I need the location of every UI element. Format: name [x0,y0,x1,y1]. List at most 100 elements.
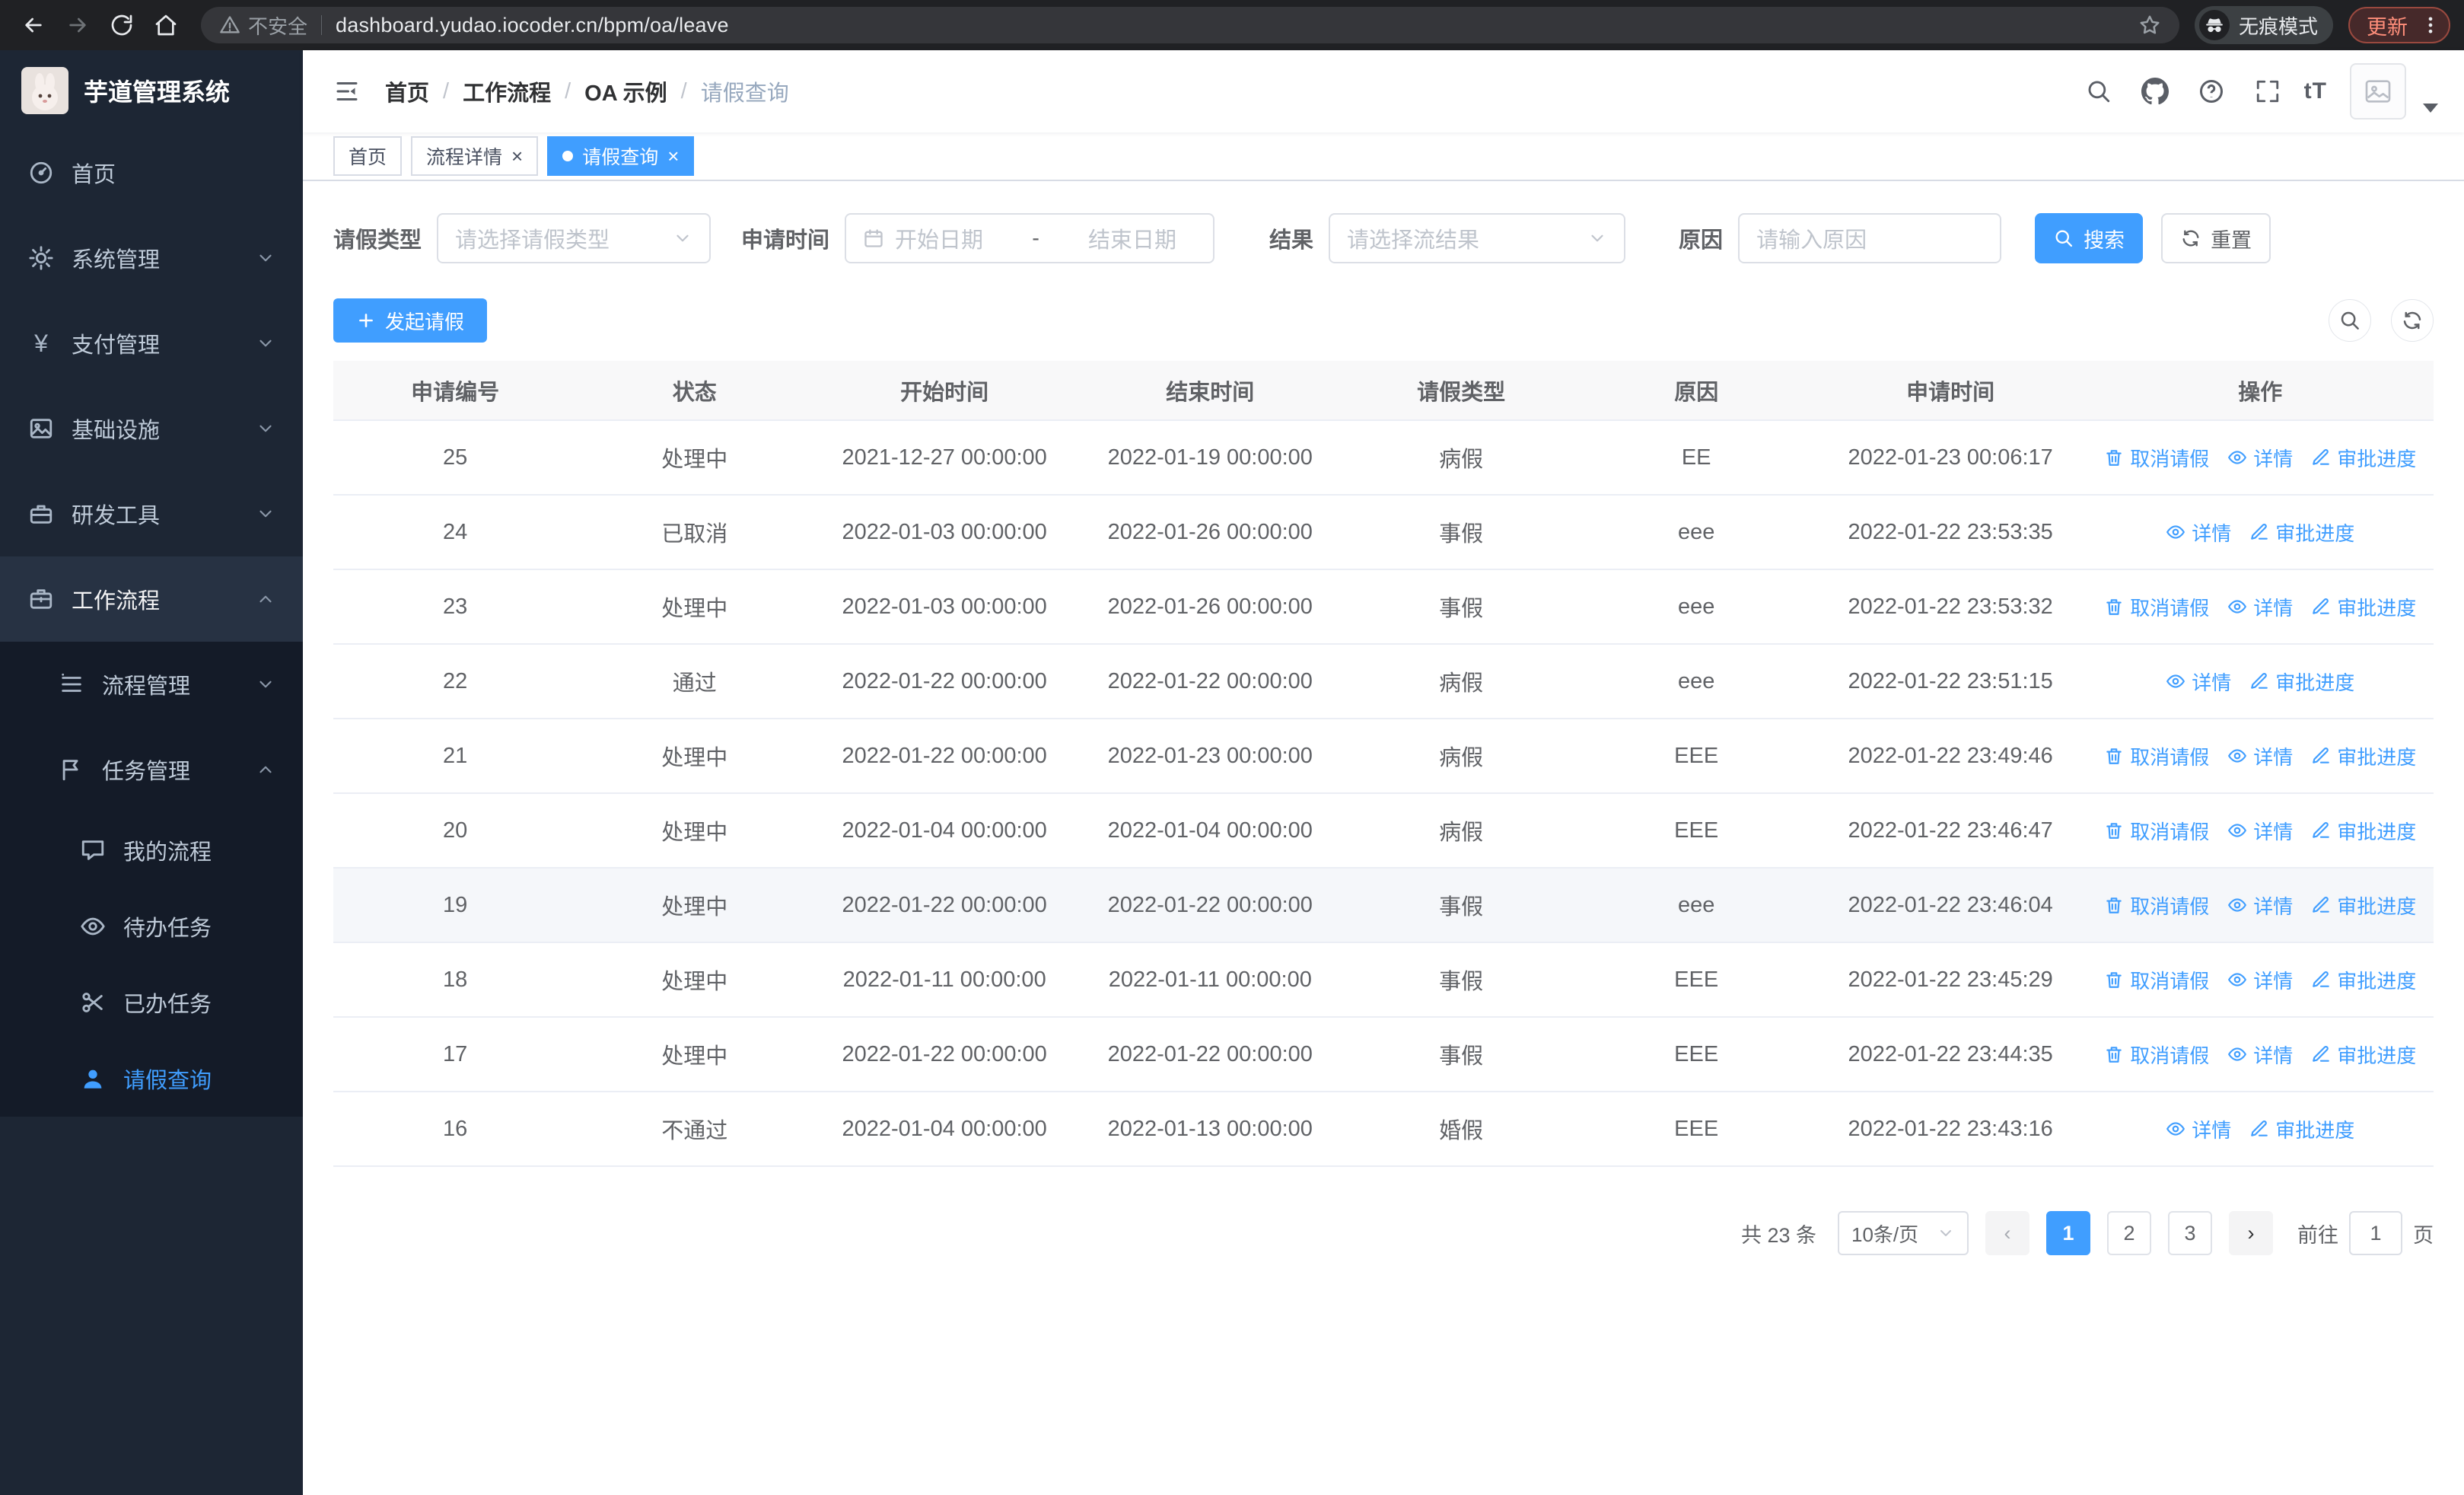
app-logo[interactable]: 芋道管理系统 [0,50,303,130]
page-button-3[interactable]: 3 [2168,1211,2212,1255]
action-progress-link[interactable]: 审批进度 [2311,1041,2416,1069]
font-size-icon[interactable]: tT [2304,78,2327,104]
action-detail-link[interactable]: 详情 [2227,891,2293,920]
help-icon[interactable] [2192,72,2231,111]
action-detail-link[interactable]: 详情 [2227,1041,2293,1069]
action-progress-link[interactable]: 审批进度 [2311,593,2416,621]
action-cancel-link[interactable]: 取消请假 [2104,966,2209,994]
next-page-button[interactable]: › [2229,1211,2273,1255]
action-progress-link[interactable]: 审批进度 [2249,1115,2354,1143]
action-progress-link[interactable]: 审批进度 [2249,668,2354,696]
leave-type-select[interactable]: 请选择请假类型 [437,213,712,263]
header-search-icon[interactable] [2079,72,2119,111]
sidebar-item-system[interactable]: 系统管理 [0,215,303,301]
toggle-search-icon[interactable] [2329,299,2371,342]
action-progress-link[interactable]: 审批进度 [2311,444,2416,472]
sidebar-item-label: 研发工具 [72,504,161,528]
cell-operations: 取消请假 详情 审批进度 [2087,868,2434,943]
page-button-1[interactable]: 1 [2046,1211,2090,1255]
row-actions: 详情 审批进度 [2087,1115,2434,1143]
breadcrumb-workflow[interactable]: 工作流程 [463,75,551,107]
action-detail-link[interactable]: 详情 [2166,668,2231,696]
action-detail-link[interactable]: 详情 [2166,518,2231,547]
address-bar[interactable]: 不安全 dashboard.yudao.iocoder.cn/bpm/oa/le… [201,7,2179,43]
action-progress-link[interactable]: 审批进度 [2311,817,2416,845]
action-progress-link[interactable]: 审批进度 [2311,966,2416,994]
table-row[interactable]: 17 处理中 2022-01-22 00:00:00 2022-01-22 00… [333,1017,2434,1092]
result-select[interactable]: 请选择流结果 [1329,213,1626,263]
sidebar-item-infra[interactable]: 基础设施 [0,386,303,471]
action-progress-link[interactable]: 审批进度 [2311,891,2416,920]
table-row[interactable]: 24 已取消 2022-01-03 00:00:00 2022-01-26 00… [333,495,2434,570]
action-detail-link[interactable]: 详情 [2227,966,2293,994]
action-detail-link[interactable]: 详情 [2227,817,2293,845]
github-icon[interactable] [2135,72,2175,111]
sidebar-item-leave-query[interactable]: 请假查询 [0,1041,303,1117]
sidebar-toggle-icon[interactable] [329,73,365,110]
action-detail-link[interactable]: 详情 [2227,444,2293,472]
page-button-2[interactable]: 2 [2107,1211,2151,1255]
user-avatar[interactable] [2350,63,2406,120]
search-button[interactable]: 搜索 [2035,213,2144,263]
refresh-table-icon[interactable] [2391,299,2434,342]
sidebar-item-todo-tasks[interactable]: 待办任务 [0,888,303,964]
end-date-placeholder: 结束日期 [1088,228,1177,253]
table-row[interactable]: 21 处理中 2022-01-22 00:00:00 2022-01-23 00… [333,719,2434,794]
sidebar-item-done-tasks[interactable]: 已办任务 [0,964,303,1041]
forward-icon[interactable] [58,5,97,45]
tab-close-icon[interactable]: × [667,146,679,166]
reset-button[interactable]: 重置 [2161,213,2271,263]
table-row[interactable]: 25 处理中 2021-12-27 00:00:00 2022-01-19 00… [333,420,2434,496]
table-row[interactable]: 22 通过 2022-01-22 00:00:00 2022-01-22 00:… [333,644,2434,719]
tab-leave-query[interactable]: 请假查询 × [547,136,695,176]
tab-home[interactable]: 首页 [333,136,403,176]
avatar-dropdown-caret-icon[interactable] [2423,104,2438,113]
breadcrumb-oa-example[interactable]: OA 示例 [584,75,667,107]
action-cancel-link[interactable]: 取消请假 [2104,593,2209,621]
eye-icon [2227,1044,2247,1064]
reason-input[interactable]: 请输入原因 [1738,213,2002,263]
action-detail-link[interactable]: 详情 [2166,1115,2231,1143]
action-cancel-link[interactable]: 取消请假 [2104,742,2209,770]
action-cancel-link[interactable]: 取消请假 [2104,891,2209,920]
prev-page-button[interactable]: ‹ [1985,1211,2029,1255]
cell-operations: 详情 审批进度 [2087,1092,2434,1167]
breadcrumb: 首页 / 工作流程 / OA 示例 / 请假查询 [385,75,789,107]
sidebar-item-my-process[interactable]: 我的流程 [0,812,303,888]
action-progress-link[interactable]: 审批进度 [2249,518,2354,547]
sidebar-item-task-mgmt[interactable]: 任务管理 [0,727,303,812]
cell-start-time: 2022-01-04 00:00:00 [812,1092,1078,1167]
action-detail-link[interactable]: 详情 [2227,593,2293,621]
action-detail-link[interactable]: 详情 [2227,742,2293,770]
table-row[interactable]: 23 处理中 2022-01-03 00:00:00 2022-01-26 00… [333,569,2434,645]
table-row[interactable]: 18 处理中 2022-01-11 00:00:00 2022-01-11 00… [333,942,2434,1018]
browser-menu-icon[interactable] [2420,14,2441,36]
sidebar-item-payment[interactable]: ¥ 支付管理 [0,301,303,386]
bookmark-star-icon[interactable] [2138,14,2161,37]
date-range-picker[interactable]: 开始日期 - 结束日期 [845,213,1215,263]
cell-apply-time: 2022-01-22 23:43:16 [1813,1092,2087,1167]
tab-process-detail[interactable]: 流程详情 × [411,136,539,176]
cell-apply-id: 17 [333,1017,578,1092]
back-icon[interactable] [14,5,53,45]
page-size-select[interactable]: 10条/页 [1838,1211,1969,1255]
table-row[interactable]: 19 处理中 2022-01-22 00:00:00 2022-01-22 00… [333,868,2434,943]
breadcrumb-home[interactable]: 首页 [385,75,429,107]
action-cancel-link[interactable]: 取消请假 [2104,817,2209,845]
browser-update-button[interactable]: 更新 [2348,7,2450,43]
sidebar-item-devtools[interactable]: 研发工具 [0,471,303,556]
table-row[interactable]: 20 处理中 2022-01-04 00:00:00 2022-01-04 00… [333,793,2434,869]
create-leave-button[interactable]: 发起请假 [333,298,488,343]
sidebar-item-workflow[interactable]: 工作流程 [0,556,303,642]
table-row[interactable]: 16 不通过 2022-01-04 00:00:00 2022-01-13 00… [333,1092,2434,1167]
fullscreen-icon[interactable] [2248,72,2287,111]
action-cancel-link[interactable]: 取消请假 [2104,1041,2209,1069]
action-cancel-link[interactable]: 取消请假 [2104,444,2209,472]
reload-icon[interactable] [102,5,142,45]
page-jump-input[interactable] [2349,1211,2402,1255]
sidebar-item-process-mgmt[interactable]: 流程管理 [0,642,303,727]
home-icon[interactable] [146,5,186,45]
sidebar-item-home[interactable]: 首页 [0,130,303,215]
tab-close-icon[interactable]: × [511,146,523,166]
action-progress-link[interactable]: 审批进度 [2311,742,2416,770]
